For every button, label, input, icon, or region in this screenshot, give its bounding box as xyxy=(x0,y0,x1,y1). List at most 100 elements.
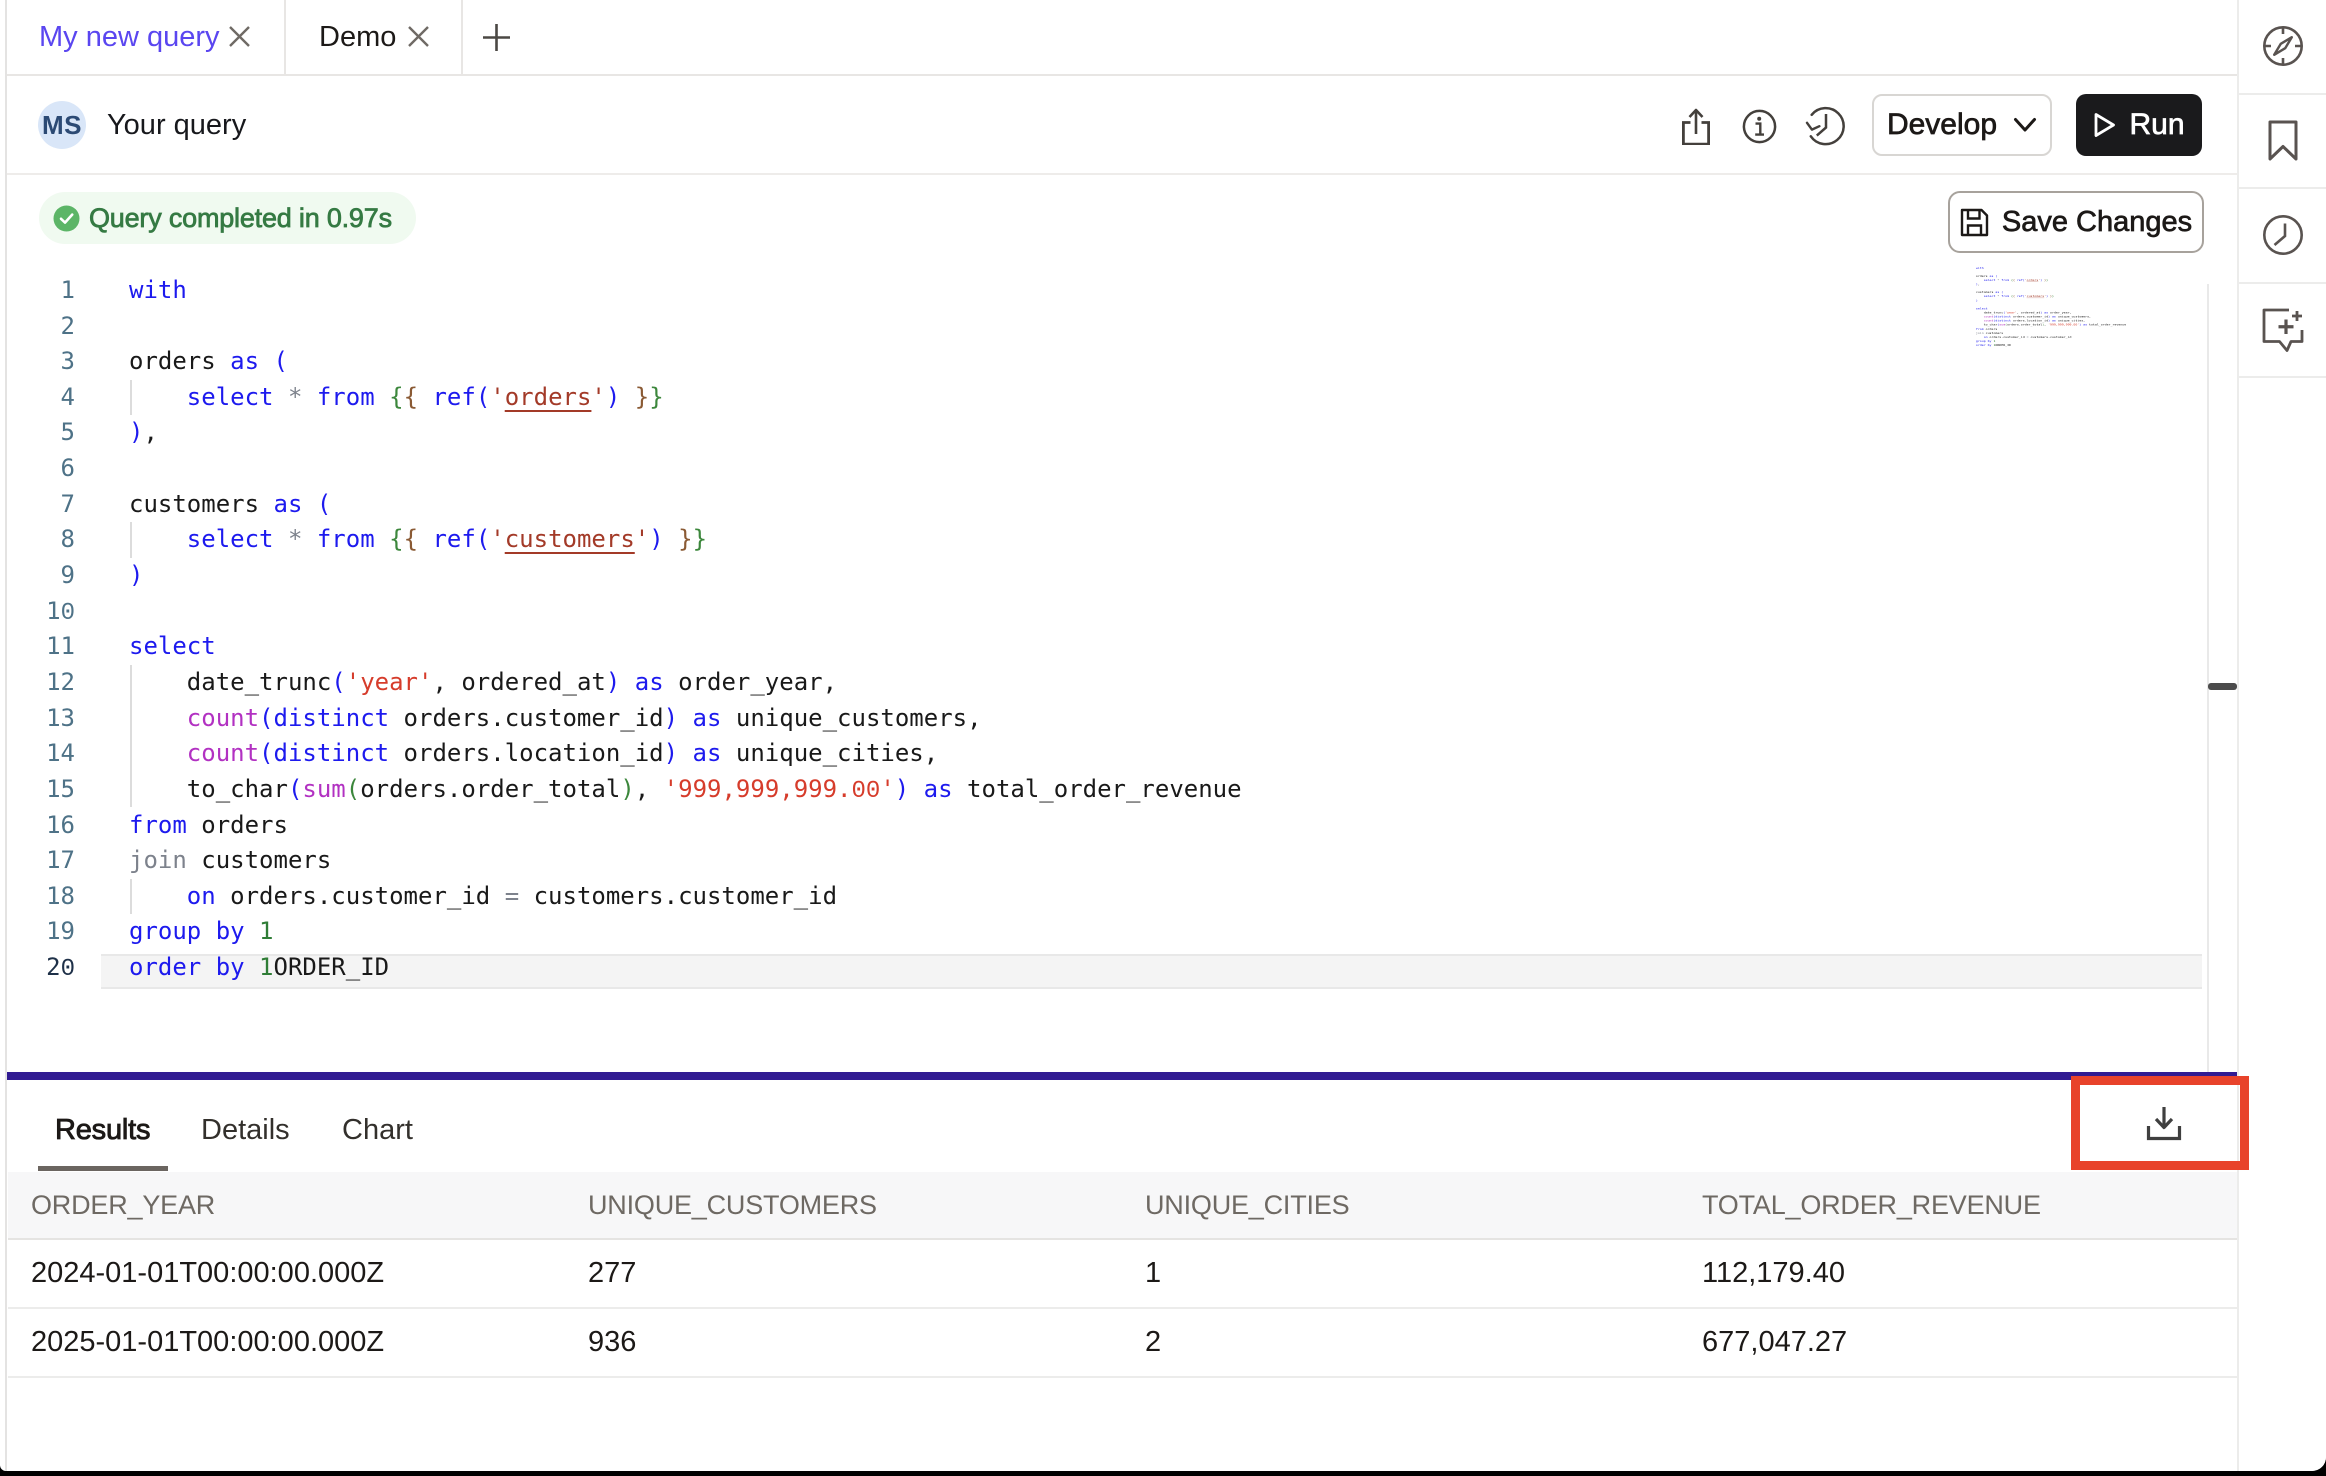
code-token: join xyxy=(1976,331,1984,334)
line-number: 10 xyxy=(5,594,75,630)
table-cell: 112,179.40 xyxy=(1679,1240,2236,1307)
code-line: from orders xyxy=(129,808,288,844)
code-token: join xyxy=(129,846,187,874)
line-number: 13 xyxy=(5,701,75,737)
code-token: customers xyxy=(1976,291,1994,294)
line-number: 15 xyxy=(5,772,75,808)
status-badge: Query completed in 0.97s xyxy=(39,192,416,244)
sidebar-item-explore[interactable] xyxy=(2239,0,2326,95)
code-token: ) xyxy=(895,775,909,803)
code-line: with xyxy=(129,273,187,309)
code-token: ' xyxy=(591,383,605,411)
code-token: orders.order_total xyxy=(2007,323,2042,326)
code-token: 1 xyxy=(1991,339,1995,342)
table-body: 2024-01-01T00:00:00.000Z2771112,179.4020… xyxy=(8,1240,2237,1378)
check-circle-icon xyxy=(53,205,80,232)
code-token: select xyxy=(129,632,216,660)
code-token xyxy=(1976,279,1984,282)
code-token: from xyxy=(1999,295,2009,298)
line-number: 3 xyxy=(5,344,75,380)
code-token: orders xyxy=(505,383,592,411)
code-token: orders xyxy=(1984,327,1998,330)
code-token: ref xyxy=(2015,295,2023,298)
close-icon[interactable] xyxy=(407,25,430,48)
code-editor[interactable] xyxy=(5,175,2237,1072)
sidebar-item-bookmarks[interactable] xyxy=(2239,95,2326,190)
window-left-edge xyxy=(5,0,7,1471)
code-token: ) xyxy=(664,739,678,767)
tab-separator xyxy=(461,0,463,74)
sidebar-item-history[interactable] xyxy=(2239,189,2326,284)
table-cell: 677,047.27 xyxy=(1679,1309,2236,1376)
code-line: on orders.customer_id = customers.custom… xyxy=(129,879,837,915)
query-title: Your query xyxy=(107,101,246,149)
code-token: sum xyxy=(302,775,345,803)
tab-demo[interactable]: Demo xyxy=(319,0,396,74)
code-token xyxy=(1976,319,1984,322)
line-number: 17 xyxy=(5,843,75,879)
code-line: select * from {{ ref('customers') }} xyxy=(129,522,707,558)
code-token: select xyxy=(1976,307,1988,310)
code-token: ( xyxy=(1993,274,1997,277)
tab-results[interactable]: Results xyxy=(55,1088,150,1172)
line-number: 7 xyxy=(5,487,75,523)
line-number: 1 xyxy=(5,273,75,309)
tab-chart[interactable]: Chart xyxy=(342,1088,413,1172)
compass-icon xyxy=(2261,24,2305,68)
table-row[interactable]: 2024-01-01T00:00:00.000Z2771112,179.40 xyxy=(8,1240,2237,1309)
play-icon xyxy=(2093,111,2117,139)
code-token: to_char xyxy=(129,775,288,803)
develop-button[interactable]: Develop xyxy=(1872,94,2052,156)
code-token: from xyxy=(302,383,374,411)
code-token: = xyxy=(505,882,519,910)
code-token: { xyxy=(404,383,418,411)
code-token: ref xyxy=(418,525,476,553)
code-token: as xyxy=(678,739,721,767)
annotation-highlight-box xyxy=(2071,1076,2249,1170)
code-token: orders xyxy=(187,811,288,839)
code-token: from xyxy=(1976,327,1984,330)
right-sidebar xyxy=(2237,0,2326,1471)
save-changes-button[interactable]: Save Changes xyxy=(1948,191,2204,253)
table-row[interactable]: 2025-01-01T00:00:00.000Z9362677,047.27 xyxy=(8,1309,2237,1378)
code-token: } xyxy=(2052,295,2054,298)
history-icon[interactable] xyxy=(1805,106,1845,151)
table-header-row: ORDER_YEARUNIQUE_CUSTOMERSUNIQUE_CITIEST… xyxy=(8,1172,2237,1240)
chat-sparkles-icon xyxy=(2261,307,2305,353)
code-token: group by xyxy=(1976,339,1992,342)
code-token: date_trunc xyxy=(129,668,331,696)
code-token: , xyxy=(143,418,157,446)
code-token: order by xyxy=(1976,344,1992,347)
line-number: 9 xyxy=(5,558,75,594)
indent-guide xyxy=(130,772,132,808)
run-button[interactable]: Run xyxy=(2076,94,2202,156)
app-window: My new query Demo MS Your query xyxy=(0,0,2326,1471)
close-icon[interactable] xyxy=(228,25,251,48)
code-line: join customers xyxy=(129,843,331,879)
tab-details[interactable]: Details xyxy=(201,1088,290,1172)
code-token xyxy=(129,525,187,553)
code-token xyxy=(129,383,187,411)
code-token: orders.location_id xyxy=(389,739,664,767)
panel-divider[interactable] xyxy=(6,1072,2237,1080)
indent-guide xyxy=(130,665,132,701)
code-token: 1 xyxy=(245,917,274,945)
new-tab-button[interactable] xyxy=(481,22,512,58)
tab-my-new-query[interactable]: My new query xyxy=(39,0,220,74)
resize-grip[interactable] xyxy=(2208,683,2237,690)
share-icon[interactable] xyxy=(1681,107,1711,150)
column-header: TOTAL_ORDER_REVENUE xyxy=(1679,1172,2236,1238)
code-token: count xyxy=(187,704,259,732)
code-token: '999,999,999.00' xyxy=(2046,323,2079,326)
code-token: ) xyxy=(606,668,620,696)
code-token: unique_customers, xyxy=(2056,315,2091,318)
code-token: order_year, xyxy=(2048,311,2071,314)
code-token: , xyxy=(1978,283,1980,286)
info-icon[interactable] xyxy=(1742,109,1777,149)
code-token: with xyxy=(1976,266,1984,269)
code-line: customers as ( xyxy=(129,487,331,523)
line-number: 19 xyxy=(5,914,75,950)
code-token: orders xyxy=(2027,279,2039,282)
code-line: to_char(sum(orders.order_total), '999,99… xyxy=(129,772,1242,808)
sidebar-item-ai-chat[interactable] xyxy=(2239,284,2326,379)
